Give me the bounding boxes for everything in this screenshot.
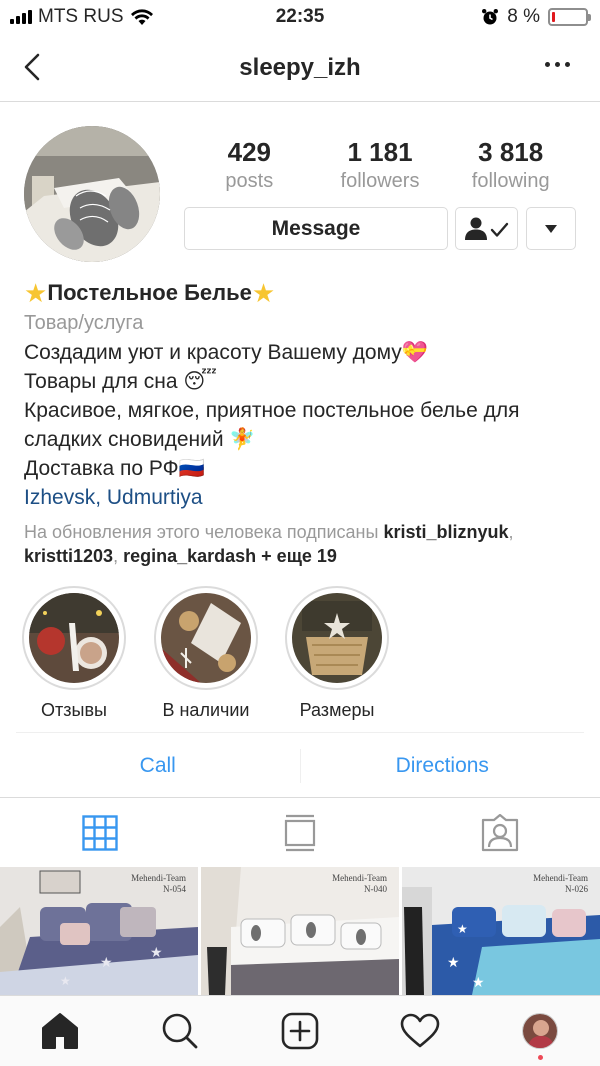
highlight-ring bbox=[22, 586, 126, 690]
status-right: 8 % bbox=[481, 6, 591, 28]
star-icon: ★ bbox=[24, 278, 48, 308]
post-caption: Mehendi-Team N-026 bbox=[533, 873, 588, 895]
post-thumbnail[interactable]: ★ ★ ★ Mehendi-Team N-054 bbox=[0, 867, 198, 995]
bio-line: Доставка по РФ🇷🇺 bbox=[24, 457, 205, 480]
svg-text:★: ★ bbox=[60, 974, 71, 988]
nav-bar: sleepy_izh bbox=[0, 40, 600, 102]
following-count: 3 818 bbox=[478, 137, 544, 167]
follower-username: kristti1203 bbox=[24, 546, 114, 566]
tab-search[interactable] bbox=[120, 996, 240, 1066]
profile-username: sleepy_izh bbox=[239, 54, 361, 81]
bio-line: сладких сновидений 🧚 bbox=[24, 428, 256, 451]
feed-list-icon bbox=[284, 814, 316, 851]
profile-bio: ★ Постельное Белье ★ Товар/услуга Создад… bbox=[24, 278, 584, 568]
following-button[interactable] bbox=[455, 207, 518, 250]
highlight-label: Размеры bbox=[299, 700, 375, 720]
bio-line: Товары для сна 😴 bbox=[24, 370, 218, 393]
profile-name: ★ Постельное Белье ★ bbox=[24, 278, 584, 308]
home-icon bbox=[42, 1013, 78, 1049]
user-check-icon bbox=[464, 217, 508, 240]
follower-username: regina_kardash bbox=[123, 546, 257, 566]
highlight-cover bbox=[292, 593, 382, 683]
battery-level bbox=[552, 12, 555, 22]
message-button[interactable]: Message bbox=[184, 207, 448, 250]
following-label: following bbox=[471, 170, 550, 192]
location-link[interactable]: Izhevsk, Udmurtiya bbox=[24, 483, 584, 512]
profile-avatar bbox=[522, 1013, 558, 1049]
post-thumbnail[interactable]: Mehendi-Team N-040 bbox=[201, 867, 399, 995]
highlight-label: Отзывы bbox=[41, 700, 107, 720]
followers-label: followers bbox=[340, 170, 420, 192]
highlight-item[interactable]: В наличии bbox=[154, 586, 258, 721]
battery-percent: 8 % bbox=[507, 6, 540, 27]
tab-grid[interactable] bbox=[0, 798, 200, 867]
posts-count: 429 bbox=[227, 137, 272, 167]
highlight-ring bbox=[154, 586, 258, 690]
highlight-item[interactable]: Размеры bbox=[285, 586, 389, 721]
more-horizontal-icon[interactable] bbox=[545, 62, 570, 67]
caption-line: Mehendi-Team bbox=[131, 873, 186, 883]
stat-posts[interactable]: 429 posts bbox=[184, 136, 315, 194]
tab-activity[interactable] bbox=[360, 996, 480, 1066]
grid-icon bbox=[82, 814, 118, 851]
alarm-icon bbox=[482, 9, 499, 25]
caption-line: N-026 bbox=[565, 884, 588, 894]
follower-username: kristi_bliznyuk bbox=[383, 522, 509, 542]
story-highlights: Отзывы В наличии Размеры bbox=[0, 586, 600, 726]
tagged-icon bbox=[481, 813, 519, 851]
highlight-ring bbox=[285, 586, 389, 690]
followed-by-text[interactable]: На обновления этого человека подписаны k… bbox=[24, 520, 584, 568]
call-button[interactable]: Call bbox=[16, 754, 300, 778]
followed-by-more: + еще 19 bbox=[261, 546, 337, 566]
profile-category: Товар/услуга bbox=[24, 312, 144, 334]
post-thumbnail[interactable]: ★ ★ ★ Mehendi-Team N-026 bbox=[402, 867, 600, 995]
profile-avatar[interactable] bbox=[24, 126, 160, 262]
followers-count: 1 181 bbox=[347, 137, 413, 167]
caret-down-icon bbox=[545, 224, 557, 233]
tab-new-post[interactable] bbox=[240, 996, 360, 1066]
heart-icon bbox=[400, 1013, 440, 1048]
stat-followers[interactable]: 1 181 followers bbox=[315, 136, 446, 194]
search-icon bbox=[162, 1013, 198, 1049]
bottom-tab-bar bbox=[0, 995, 600, 1066]
caption-line: N-040 bbox=[364, 884, 387, 894]
directions-button[interactable]: Directions bbox=[301, 754, 585, 778]
tab-profile[interactable] bbox=[480, 996, 600, 1066]
notification-dot bbox=[537, 1055, 543, 1060]
caption-line: Mehendi-Team bbox=[533, 873, 588, 883]
posts-label: posts bbox=[225, 170, 274, 192]
highlight-item[interactable]: Отзывы bbox=[22, 586, 126, 721]
profile-stats: 429 posts 1 181 followers 3 818 followin… bbox=[184, 136, 576, 194]
svg-text:★: ★ bbox=[447, 954, 460, 970]
status-bar: MTS RUS 22:35 8 % bbox=[0, 0, 600, 40]
tab-home[interactable] bbox=[0, 996, 120, 1066]
bio-line: Красивое, мягкое, приятное постельное бе… bbox=[24, 399, 520, 422]
followed-by-prefix: На обновления этого человека подписаны bbox=[24, 522, 379, 542]
caption-line: N-054 bbox=[163, 884, 186, 894]
profile-name-text: Постельное Белье bbox=[47, 280, 252, 305]
stat-following[interactable]: 3 818 following bbox=[445, 136, 576, 194]
highlight-cover bbox=[29, 593, 119, 683]
svg-text:★: ★ bbox=[150, 944, 163, 960]
posts-grid: ★ ★ ★ Mehendi-Team N-054 Mehendi-Team N-… bbox=[0, 867, 600, 995]
add-post-icon bbox=[281, 1012, 319, 1050]
post-caption: Mehendi-Team N-054 bbox=[131, 873, 186, 895]
post-caption: Mehendi-Team N-040 bbox=[332, 873, 387, 895]
caption-line: Mehendi-Team bbox=[332, 873, 387, 883]
highlight-label: В наличии bbox=[162, 700, 250, 720]
tab-tagged[interactable] bbox=[400, 798, 600, 867]
battery-icon bbox=[548, 8, 591, 26]
bio-line: Создадим уют и красоту Вашему дому💝 bbox=[24, 341, 428, 364]
star-icon: ★ bbox=[251, 278, 276, 308]
profile-tabs bbox=[0, 797, 600, 867]
tab-feed[interactable] bbox=[200, 798, 400, 867]
highlight-cover bbox=[161, 593, 251, 683]
svg-text:★: ★ bbox=[457, 922, 468, 936]
contact-actions: Call Directions bbox=[16, 732, 584, 798]
suggestions-dropdown-button[interactable] bbox=[526, 207, 576, 250]
svg-text:★: ★ bbox=[100, 954, 113, 970]
svg-text:★: ★ bbox=[472, 974, 485, 990]
